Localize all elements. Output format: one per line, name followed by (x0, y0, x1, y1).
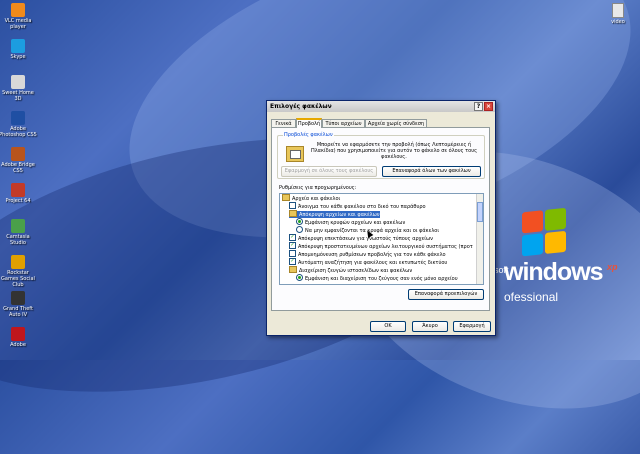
desktop-icon-label: Sweet Home 3D (2, 90, 34, 102)
tree-item[interactable]: ✓ Απόκρυψη επεκτάσεων για γνωστούς τύπους… (289, 234, 433, 242)
checkbox[interactable] (289, 250, 296, 257)
radio-button[interactable] (296, 274, 303, 281)
application-icon (11, 111, 25, 125)
help-button[interactable]: ? (474, 102, 483, 111)
desktop-icon-label: Adobe (10, 342, 26, 348)
tree-item[interactable]: Απόκρυψη αρχείων και φακέλων (289, 210, 380, 218)
logo-text-xp: xp (607, 262, 618, 272)
desktop-icon[interactable]: Skype (0, 39, 38, 60)
logo-text-windows: windows (504, 258, 604, 286)
tree-item[interactable]: ✓ Αυτόματη αναζήτηση για φακέλους και εκτ… (289, 258, 448, 266)
windows-flag-icon (522, 207, 568, 259)
application-icon (11, 147, 25, 161)
application-icon (11, 39, 25, 53)
folder-views-group: Προβολές φακέλων Μπορείτε να εφαρμόσετε … (277, 132, 485, 179)
tab-file-types[interactable]: Τύποι αρχείων (322, 119, 365, 127)
folder-view-icon (286, 146, 304, 162)
application-icon (11, 219, 25, 233)
desktop-icon-label: Camtasia Studio (6, 234, 30, 246)
application-icon (11, 255, 25, 269)
reset-all-folders-button[interactable]: Επαναφορά όλων των φακέλων (382, 166, 481, 177)
desktop-icon-label: Adobe Photoshop CS5 (0, 126, 37, 138)
desktop-icon-label: Rockstar Games Social Club (1, 270, 35, 288)
folder-views-description: Μπορείτε να εφαρμόσετε την προβολή (όπως… (310, 142, 478, 160)
advanced-settings-label: Ρυθμίσεις για προχωρημένους: (279, 185, 357, 191)
tree-item[interactable]: Άνοιγμα του κάθε φακέλου στο δικό του πα… (289, 202, 426, 210)
desktop-icon[interactable]: Adobe Photoshop CS5 (0, 111, 38, 138)
desktop-icon-video[interactable]: video (598, 3, 638, 25)
desktop-icon[interactable]: Camtasia Studio (0, 219, 38, 246)
close-button[interactable]: × (484, 102, 493, 111)
application-icon (11, 291, 25, 305)
tree-item-label: Διαχείριση ζευγών ιστοσελίδων και φακέλω… (299, 268, 413, 274)
radio-button[interactable] (296, 226, 303, 233)
tree-item-label: Απόκρυψη αρχείων και φακέλων (299, 212, 380, 218)
radio-button[interactable] (296, 218, 303, 225)
tab-general[interactable]: Γενικά (271, 119, 296, 127)
checkbox[interactable]: ✓ (289, 242, 296, 249)
video-file-icon (612, 3, 624, 18)
folder-views-title: Προβολές φακέλων (283, 132, 334, 138)
tree-item-label: Απόκρυψη προστατευμένων αρχείων λειτουργ… (298, 244, 473, 250)
dialog-title: Επιλογές φακέλων (270, 103, 332, 110)
tree-item[interactable]: Απομνημόνευση ρυθμίσεων προβολής για τον… (289, 250, 446, 258)
desktop-icon[interactable]: Adobe (0, 327, 38, 348)
desktop-icon-label: Skype (10, 54, 26, 60)
restore-defaults-button[interactable]: Επαναφορά προεπιλογών (408, 289, 484, 300)
application-icon (11, 75, 25, 89)
desktop-icon-label: Grand Theft Auto IV (3, 306, 33, 318)
tree-item[interactable]: Εμφάνιση κρυφών αρχείων και φακέλων (296, 218, 406, 226)
application-icon (11, 327, 25, 341)
tree-item[interactable]: Διαχείριση ζευγών ιστοσελίδων και φακέλω… (289, 266, 413, 274)
application-icon (11, 3, 25, 17)
desktop-icon[interactable]: Sweet Home 3D (0, 75, 38, 102)
logo-text-edition: ofessional (504, 290, 559, 304)
desktop-icon[interactable]: VLC media player (0, 3, 38, 30)
advanced-settings-tree[interactable]: Αρχεία και φάκελοι Άνοιγμα του κάθε φακέλ… (279, 193, 484, 285)
desktop-icon-label: video (611, 19, 625, 25)
desktop-icon-label: VLC media player (4, 18, 32, 30)
tree-item-label: Εμφάνιση και διαχείριση του ζεύγους σαν … (305, 276, 458, 282)
folder-options-dialog: Επιλογές φακέλων ? × Γενικά Προβολή Τύπο… (266, 100, 496, 336)
tree-item-label: Απόκρυψη επεκτάσεων για γνωστούς τύπους … (298, 236, 433, 242)
apply-button[interactable]: Εφαρμογή (453, 321, 491, 332)
cancel-button[interactable]: Άκυρο (412, 321, 448, 332)
desktop-icon-label: Project 64 (5, 198, 31, 204)
checkbox[interactable]: ✓ (289, 234, 296, 241)
tree-item-label: Εμφάνιση κρυφών αρχείων και φακέλων (305, 220, 406, 226)
folder-icon (289, 210, 297, 217)
checkbox[interactable] (289, 202, 296, 209)
tree-item-label: Απομνημόνευση ρυθμίσεων προβολής για τον… (298, 252, 446, 258)
apply-to-all-folders-button[interactable]: Εφαρμογή σε όλους τους φακέλους (281, 166, 377, 177)
ok-button[interactable]: OK (370, 321, 406, 332)
tree-scrollbar[interactable] (476, 194, 483, 284)
tree-item[interactable]: ✓ Απόκρυψη προστατευμένων αρχείων λειτουρ… (289, 242, 473, 250)
scrollbar-thumb[interactable] (477, 202, 483, 222)
folder-icon (289, 266, 297, 273)
desktop-icon-label: Adobe Bridge CS5 (1, 162, 35, 174)
desktop-icon[interactable]: Grand Theft Auto IV (0, 291, 38, 318)
view-tab-panel: Προβολές φακέλων Μπορείτε να εφαρμόσετε … (271, 127, 490, 311)
tree-item-label: Αρχεία και φάκελοι (292, 196, 341, 202)
dialog-titlebar[interactable]: Επιλογές φακέλων ? × (267, 101, 495, 112)
desktop-icon[interactable]: Project 64 (0, 183, 38, 204)
checkbox[interactable]: ✓ (289, 258, 296, 265)
application-icon (11, 183, 25, 197)
desktop-icon[interactable]: Rockstar Games Social Club (0, 255, 38, 288)
tab-offline-files[interactable]: Αρχεία χωρίς σύνδεση (365, 119, 427, 127)
tree-item[interactable]: Εμφάνιση και διαχείριση του ζεύγους σαν … (296, 274, 458, 282)
tree-item-label: Αυτόματη αναζήτηση για φακέλους και εκτυ… (298, 260, 448, 266)
tab-view[interactable]: Προβολή (296, 118, 322, 128)
tree-item[interactable]: Αρχεία και φάκελοι (282, 194, 341, 202)
desktop-icon[interactable]: Adobe Bridge CS5 (0, 147, 38, 174)
tree-item-label: Άνοιγμα του κάθε φακέλου στο δικό του πα… (298, 204, 426, 210)
folder-icon (282, 194, 290, 201)
